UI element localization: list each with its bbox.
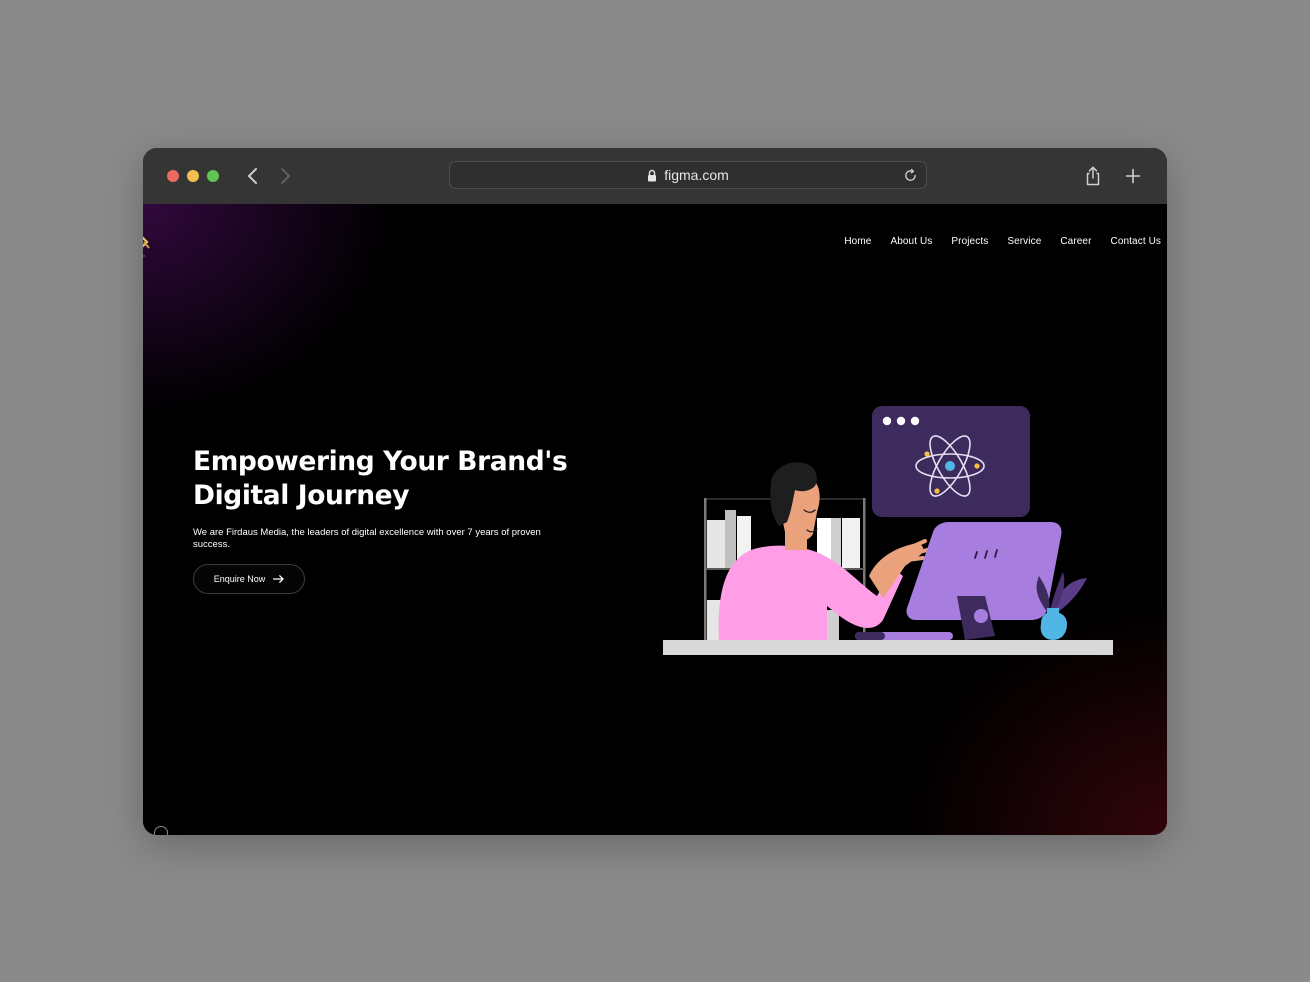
nav-about-us[interactable]: About Us: [890, 236, 932, 247]
desk-graphic: [663, 640, 1113, 655]
nav-home[interactable]: Home: [844, 236, 871, 247]
enquire-now-button[interactable]: Enquire Now: [193, 564, 305, 594]
corner-circle-indicator: [154, 826, 168, 835]
back-arrow-icon[interactable]: [243, 165, 263, 187]
hero-title-line-2: Digital Journey: [193, 480, 410, 511]
enquire-now-label: Enquire Now: [213, 574, 266, 584]
nav-service[interactable]: Service: [1007, 236, 1041, 247]
website-page: Home About Us Projects Service Career Co…: [143, 204, 1167, 835]
new-tab-plus-icon[interactable]: [1122, 165, 1144, 187]
hero-title: Empowering Your Brand's Digital Journey: [193, 445, 633, 513]
browser-window: figma.com Home About Us Projects Service…: [143, 148, 1167, 835]
hero-subtitle: We are Firdaus Media, the leaders of dig…: [193, 527, 541, 550]
brand-logo[interactable]: [143, 230, 153, 260]
nav-career[interactable]: Career: [1060, 236, 1091, 247]
forward-arrow-icon[interactable]: [275, 165, 295, 187]
hero-title-line-1: Empowering Your Brand's: [193, 446, 568, 477]
share-icon[interactable]: [1082, 165, 1104, 187]
close-window-button[interactable]: [167, 170, 179, 182]
hero-illustration: [663, 406, 1113, 655]
arrow-right-icon: [273, 575, 284, 583]
url-text: figma.com: [664, 167, 729, 183]
nav-projects[interactable]: Projects: [951, 236, 988, 247]
main-navigation: Home About Us Projects Service Career Co…: [844, 236, 1161, 247]
reload-icon[interactable]: [903, 168, 918, 183]
nav-contact-us[interactable]: Contact Us: [1111, 236, 1161, 247]
lock-icon: [648, 169, 657, 181]
minimize-window-button[interactable]: [187, 170, 199, 182]
address-bar[interactable]: figma.com: [449, 161, 927, 189]
code-window-graphic: [872, 406, 1030, 517]
browser-toolbar: figma.com: [143, 148, 1167, 204]
zoom-window-button[interactable]: [207, 170, 219, 182]
